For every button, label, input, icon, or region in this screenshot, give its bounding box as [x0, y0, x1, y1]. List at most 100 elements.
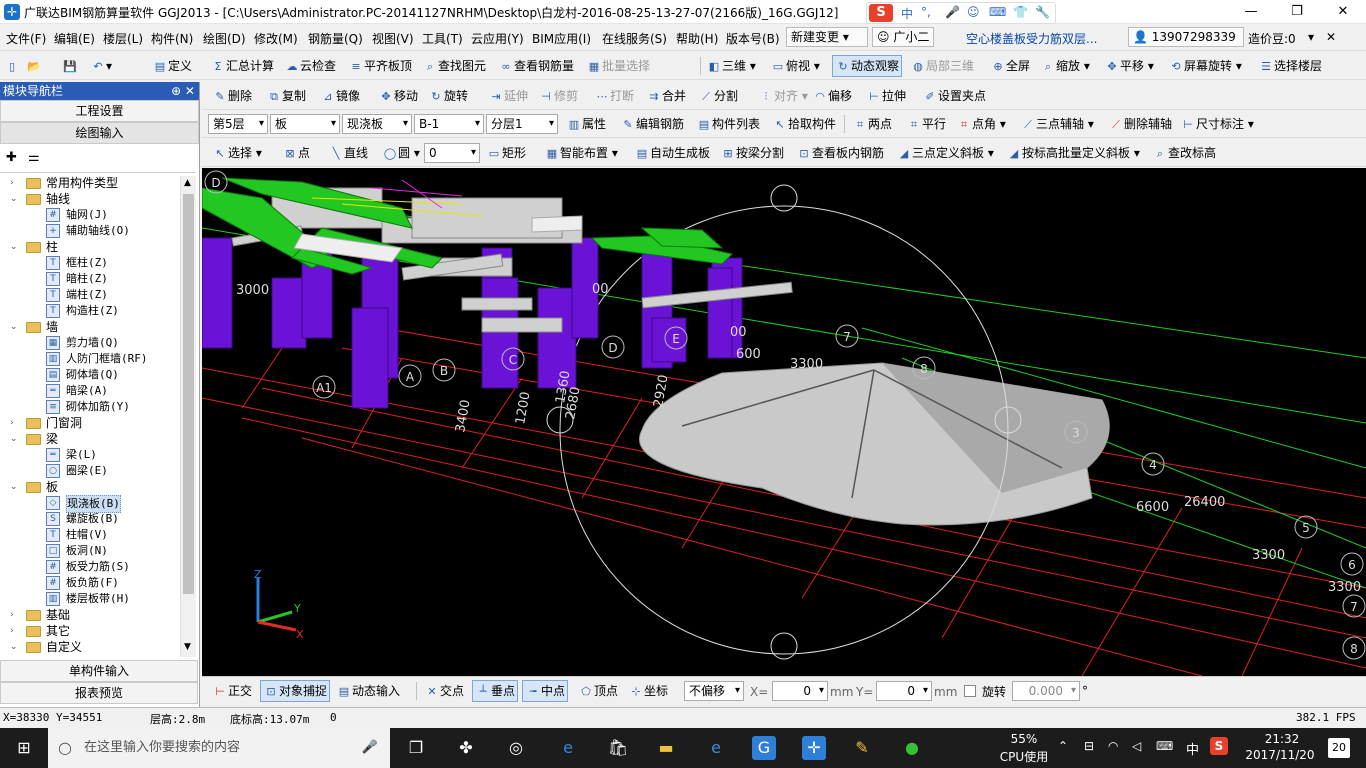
tree-item[interactable]: T 端柱(Z)	[0, 287, 180, 303]
summary-calc-button[interactable]: Σ 汇总计算	[210, 57, 275, 75]
tree-expand-icon[interactable]: ›	[10, 175, 14, 191]
intersection-snap-button[interactable]: ✕ 交点	[424, 682, 464, 700]
menu-edit[interactable]: 编辑(E)	[54, 30, 95, 47]
tree-expand-icon[interactable]: ⌄	[10, 319, 18, 335]
keyboard-icon[interactable]: ⌨	[1156, 739, 1173, 753]
tree-item[interactable]: ▤ 砌体墙(Q)	[0, 367, 180, 383]
orbit-handle-bottom[interactable]	[770, 632, 798, 660]
windows-start-icon[interactable]: ⊞	[12, 736, 36, 760]
chrome-like-app-icon[interactable]: ◎	[504, 736, 528, 760]
tree-scrollbar[interactable]: ▲ ▼	[180, 176, 196, 657]
ortho-button[interactable]: ⊢ 正交	[212, 682, 252, 700]
edit-elevation-button[interactable]: ⌕ 查改标高	[1152, 144, 1216, 162]
component-list-button[interactable]: ▤ 构件列表	[696, 115, 760, 133]
ime-toolbar[interactable]: S 中 °, 🎤 ☺ ⌨ 👕 🔧	[866, 2, 1056, 24]
perpendicular-snap-button[interactable]: ┴ 垂点	[472, 680, 519, 702]
tree-expand-icon[interactable]: ›	[10, 607, 14, 623]
save-icon[interactable]: 💾	[62, 57, 78, 75]
tree-item[interactable]: ○ 圈梁(E)	[0, 463, 180, 479]
notification-badge[interactable]: 20	[1328, 738, 1350, 758]
local-3d-button[interactable]: ◍ 局部三维	[910, 57, 974, 75]
tree-item[interactable]: T 框柱(Z)	[0, 255, 180, 271]
three-point-slope-button[interactable]: ◢ 三点定义斜板 ▾	[896, 144, 994, 162]
project-settings-button[interactable]: 工程设置	[0, 100, 199, 122]
tree-folder[interactable]: › 常用构件类型	[0, 175, 180, 191]
sogou-logo-icon[interactable]: S	[869, 4, 893, 22]
tree-item[interactable]: □ 板洞(N)	[0, 543, 180, 559]
coordinate-snap-button[interactable]: ⊹ 坐标	[628, 682, 668, 700]
split-by-beam-button[interactable]: ⊞ 按梁分割	[720, 144, 784, 162]
circle-button[interactable]: ◯ 圆 ▾	[382, 144, 420, 162]
set-grip-button[interactable]: ✐ 设置夹点	[922, 87, 986, 105]
clock-date[interactable]: 2017/11/20	[1240, 748, 1320, 762]
tree-folder[interactable]: ⌄ 轴线	[0, 191, 180, 207]
trim-button[interactable]: ⊣ 修剪	[538, 87, 578, 105]
menu-cloud[interactable]: 云应用(Y)	[471, 30, 524, 47]
wifi-icon[interactable]: ◠	[1108, 739, 1118, 753]
delete-axis-button[interactable]: ⟋ 删除辅轴	[1108, 115, 1172, 133]
split-button[interactable]: ⟋ 分割	[698, 87, 738, 105]
menu-close-icon[interactable]: ✕	[1326, 30, 1336, 44]
stretch-button[interactable]: ⊢ 拉伸	[866, 87, 906, 105]
component-type-select[interactable]: 板	[270, 114, 340, 134]
smart-layout-button[interactable]: ▦ 智能布置 ▾	[544, 144, 618, 162]
tray-chevron-icon[interactable]: ⌃	[1058, 739, 1068, 753]
sogou-tray-icon[interactable]: S	[1210, 737, 1228, 755]
report-preview-button[interactable]: 报表预览	[0, 682, 198, 704]
scroll-up-icon[interactable]: ▲	[184, 178, 191, 188]
file-explorer-icon[interactable]: ▬	[654, 736, 678, 760]
point-angle-button[interactable]: ⌗ 点角 ▾	[956, 115, 1006, 133]
menu-bim[interactable]: BIM应用(I)	[532, 30, 591, 47]
tree-item[interactable]: T 柱帽(V)	[0, 527, 180, 543]
ime-punct[interactable]: °,	[921, 5, 931, 19]
rectangle-button[interactable]: ▭ 矩形	[486, 144, 526, 162]
network-icon[interactable]: ⊟	[1084, 739, 1094, 753]
3d-viewport[interactable]: 7 8 3 4 5 6 7 8 D A1 A B C D E 3000 3400…	[202, 168, 1366, 676]
offset-mode-select[interactable]: 不偏移	[684, 681, 744, 701]
tree-folder[interactable]: ⌄ 梁	[0, 431, 180, 447]
pick-component-button[interactable]: ↖ 拾取构件	[772, 115, 836, 133]
tree-item[interactable]: ═ 暗梁(A)	[0, 383, 180, 399]
select-button[interactable]: ↖ 选择 ▾	[212, 144, 261, 162]
tree-folder[interactable]: › 其它	[0, 623, 180, 639]
component-name-select[interactable]: B-1	[414, 114, 484, 134]
move-button[interactable]: ✥ 移动	[378, 87, 418, 105]
tree-expand-icon[interactable]: ⌄	[10, 639, 18, 655]
scrollbar-thumb[interactable]	[183, 194, 194, 594]
clock-time[interactable]: 21:32	[1250, 732, 1314, 746]
volume-icon[interactable]: ◁	[1132, 739, 1141, 753]
tree-expand-icon[interactable]: ⌄	[10, 431, 18, 447]
tree-item[interactable]: ▦ 剪力墙(Q)	[0, 335, 180, 351]
tree-item[interactable]: # 板负筋(F)	[0, 575, 180, 591]
tree-folder[interactable]: ⌄ 自定义	[0, 639, 180, 655]
tree-folder[interactable]: › 门窗洞	[0, 415, 180, 431]
layer-select[interactable]: 分层1	[486, 114, 558, 134]
menu-modify[interactable]: 修改(M)	[254, 30, 298, 47]
tree-expand-icon[interactable]: ⌄	[10, 191, 18, 207]
collapse-all-icon[interactable]: ⚌	[28, 150, 40, 165]
taskbar-search-input[interactable]: ○ 在这里输入你要搜索的内容 🎤	[48, 728, 390, 768]
midpoint-snap-button[interactable]: ╼ 中点	[522, 680, 569, 702]
ggj-app-icon[interactable]: ✛	[802, 736, 826, 760]
assistant-button[interactable]: ☺ 广小二	[872, 27, 934, 47]
offset-button[interactable]: ◠ 偏移	[812, 87, 852, 105]
green-app-icon[interactable]: ●	[900, 736, 924, 760]
pinwheel-app-icon[interactable]: ✤	[454, 736, 478, 760]
close-button[interactable]: ✕	[1320, 0, 1366, 24]
top-view-button[interactable]: ▭ 俯视 ▾	[770, 57, 820, 75]
tree-item[interactable]: ▥ 楼层板带(H)	[0, 591, 180, 607]
point-button[interactable]: ⊠ 点	[282, 144, 310, 162]
edit-rebar-button[interactable]: ✎ 编辑钢筋	[620, 115, 684, 133]
tree-item[interactable]: + 辅助轴线(O)	[0, 223, 180, 239]
tree-item[interactable]: T 构造柱(Z)	[0, 303, 180, 319]
rotate-checkbox[interactable]	[964, 685, 976, 697]
notify-icon[interactable]: ▾	[1308, 30, 1314, 44]
microphone-icon[interactable]: 🎤	[945, 5, 960, 19]
tree-item[interactable]: ═ 梁(L)	[0, 447, 180, 463]
tree-item[interactable]: ≡ 砌体加筋(Y)	[0, 399, 180, 415]
panel-pin-close-icon[interactable]: ⊕ ✕	[171, 82, 195, 100]
auto-gen-slab-button[interactable]: ▤ 自动生成板	[634, 144, 710, 162]
tree-item[interactable]: T 暗柱(Z)	[0, 271, 180, 287]
drawing-input-button[interactable]: 绘图输入	[0, 122, 199, 144]
align-slab-top-button[interactable]: ≡ 平齐板顶	[348, 57, 412, 75]
